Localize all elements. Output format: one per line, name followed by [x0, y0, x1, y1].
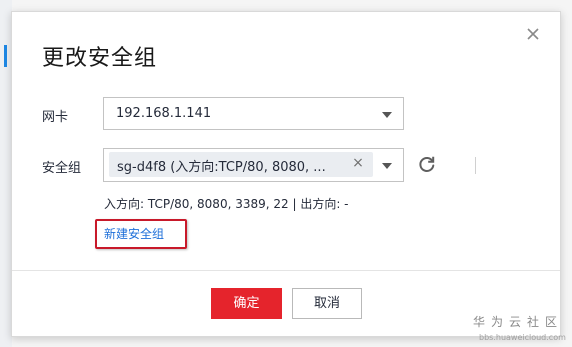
rule-summary: 入方向: TCP/80, 8080, 3389, 22 | 出方向: - [104, 197, 349, 211]
create-security-group-link[interactable]: 新建安全组 [104, 225, 164, 242]
confirm-button[interactable]: 确定 [211, 288, 282, 319]
security-group-select[interactable]: sg-d4f8 (入方向:TCP/80, 8080, ... × [103, 148, 476, 182]
cancel-button[interactable]: 取消 [292, 288, 362, 319]
nic-label: 网卡 [42, 110, 69, 125]
selected-security-group-text: sg-d4f8 (入方向:TCP/80, 8080, ... [117, 160, 326, 175]
close-icon [527, 28, 539, 40]
security-group-label: 安全组 [42, 161, 82, 176]
watermark-url: bbs.huaweicloud.com [479, 333, 566, 342]
chevron-down-icon [382, 112, 392, 118]
refresh-button[interactable] [417, 154, 437, 174]
select-divider [475, 157, 476, 174]
close-button[interactable] [525, 26, 541, 42]
nic-select[interactable]: 192.168.1.141 [103, 97, 404, 130]
change-security-group-dialog: 更改安全组 网卡 192.168.1.141 安全组 sg-d4f8 (入方向:… [11, 11, 561, 337]
background-accent-bar [4, 45, 7, 67]
remove-tag-icon[interactable]: × [350, 155, 366, 171]
chevron-down-icon [382, 163, 392, 169]
dialog-title: 更改安全组 [42, 46, 158, 71]
refresh-icon [419, 156, 435, 172]
selected-security-group-tag: sg-d4f8 (入方向:TCP/80, 8080, ... × [109, 152, 373, 177]
nic-select-value: 192.168.1.141 [116, 106, 212, 121]
watermark-text: 华为云社区 [473, 315, 564, 329]
